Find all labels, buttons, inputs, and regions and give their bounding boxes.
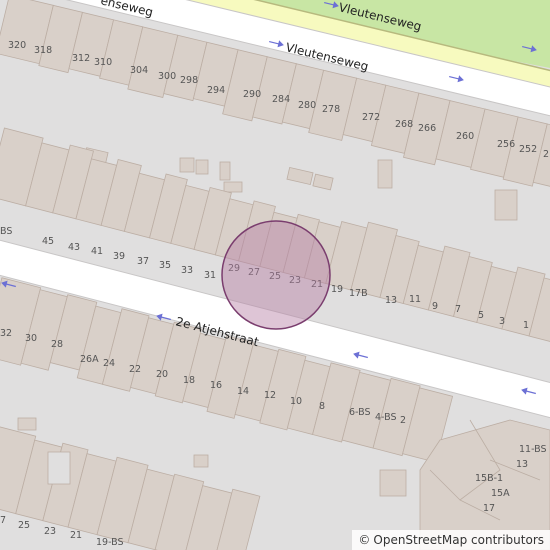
house-number: 5 bbox=[478, 310, 484, 321]
house-number: 268 bbox=[395, 119, 413, 130]
house-number: 8 bbox=[319, 401, 325, 412]
house-number: 6-BS bbox=[349, 407, 371, 418]
house-number: 1 bbox=[523, 320, 529, 331]
house-number: 294 bbox=[207, 85, 225, 96]
house-number: 290 bbox=[243, 89, 261, 100]
house-number: 7 bbox=[455, 304, 461, 315]
house-number: BS bbox=[0, 226, 12, 237]
house-number: 298 bbox=[180, 75, 198, 86]
house-number: 23 bbox=[44, 526, 56, 537]
house-number: 25 bbox=[18, 520, 30, 531]
house-number: 17 bbox=[483, 503, 495, 514]
house-number: 28 bbox=[51, 339, 63, 350]
house-number: 18 bbox=[183, 375, 195, 386]
location-marker[interactable] bbox=[221, 220, 331, 330]
house-number: 21 bbox=[70, 530, 82, 541]
house-number: 35 bbox=[159, 260, 171, 271]
house-number: 15A bbox=[491, 488, 510, 499]
house-number: 11-BS bbox=[519, 444, 547, 455]
house-number: 7 bbox=[0, 515, 6, 526]
house-number: 39 bbox=[113, 251, 125, 262]
copyright-symbol: © bbox=[358, 533, 371, 547]
house-number: 13 bbox=[385, 295, 397, 306]
house-number: 2 bbox=[400, 415, 406, 426]
house-number: 45 bbox=[42, 236, 54, 247]
house-number: 318 bbox=[34, 45, 52, 56]
house-number: 12 bbox=[264, 390, 276, 401]
house-number: 41 bbox=[91, 246, 103, 257]
house-number: 3 bbox=[499, 316, 505, 327]
house-number: 20 bbox=[156, 369, 168, 380]
house-number: 312 bbox=[72, 53, 90, 64]
house-number: 266 bbox=[418, 123, 436, 134]
house-number: 310 bbox=[94, 57, 112, 68]
house-number: 33 bbox=[181, 265, 193, 276]
house-number: 280 bbox=[298, 100, 316, 111]
house-number: 31 bbox=[204, 270, 216, 281]
house-number: 17B bbox=[349, 288, 368, 299]
house-number: 9 bbox=[432, 301, 438, 312]
house-number: 4-BS bbox=[375, 412, 397, 423]
house-number: 24 bbox=[103, 358, 115, 369]
house-number: 304 bbox=[130, 65, 148, 76]
house-number: 43 bbox=[68, 242, 80, 253]
house-number: 19 bbox=[331, 284, 343, 295]
house-number: 284 bbox=[272, 94, 290, 105]
house-number: 256 bbox=[497, 139, 515, 150]
map-canvas[interactable]: enseweg Vleutenseweg Vleutenseweg 2e Atj… bbox=[0, 0, 550, 550]
house-number: 32 bbox=[0, 328, 12, 339]
map-attribution[interactable]: © OpenStreetMap contributors bbox=[352, 530, 550, 550]
house-number: 272 bbox=[362, 112, 380, 123]
house-number: 252 bbox=[519, 144, 537, 155]
house-number: 16 bbox=[210, 380, 222, 391]
attribution-text[interactable]: OpenStreetMap contributors bbox=[373, 533, 544, 547]
house-number: 10 bbox=[290, 396, 302, 407]
house-number: 15B-1 bbox=[475, 473, 503, 484]
house-number: 22 bbox=[129, 364, 141, 375]
house-number: 2 bbox=[543, 149, 549, 160]
house-number: 13 bbox=[516, 459, 528, 470]
house-number: 19-BS bbox=[96, 537, 124, 548]
house-number: 320 bbox=[8, 40, 26, 51]
house-number: 26A bbox=[80, 354, 99, 365]
house-number: 278 bbox=[322, 104, 340, 115]
house-number: 260 bbox=[456, 131, 474, 142]
house-number: 300 bbox=[158, 71, 176, 82]
house-number: 30 bbox=[25, 333, 37, 344]
house-number: 14 bbox=[237, 386, 249, 397]
house-number: 11 bbox=[409, 294, 421, 305]
house-number: 37 bbox=[137, 256, 149, 267]
